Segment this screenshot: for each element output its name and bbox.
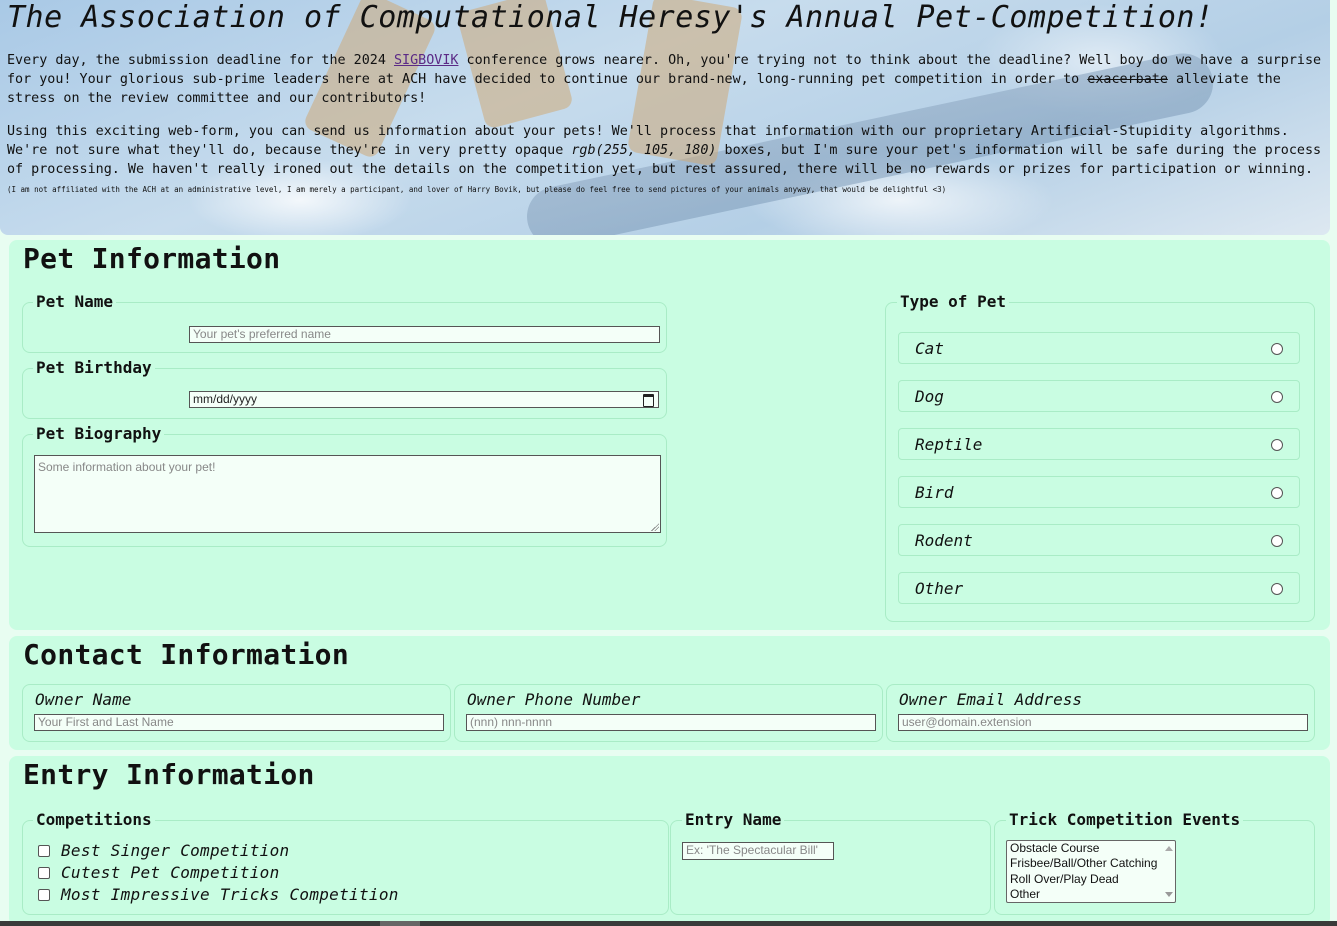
- competition-label: Most Impressive Tricks Competition: [61, 885, 399, 904]
- scroll-up-icon[interactable]: [1165, 846, 1173, 851]
- trick-event-option[interactable]: Frisbee/Ball/Other Catching: [1007, 856, 1175, 871]
- owner-name-fieldset: Owner Name: [22, 684, 451, 742]
- pet-type-radio[interactable]: [1271, 343, 1283, 355]
- pet-type-option-cat[interactable]: Cat: [898, 332, 1300, 364]
- competition-checkbox[interactable]: [38, 845, 50, 857]
- competitions-legend: Competitions: [33, 810, 155, 830]
- pet-type-radio[interactable]: [1271, 439, 1283, 451]
- owner-email-legend: Owner Email Address: [896, 690, 1086, 710]
- pet-type-radio[interactable]: [1271, 391, 1283, 403]
- intro-text: Every day, the submission deadline for t…: [7, 51, 1323, 199]
- pet-type-label: Other: [915, 579, 964, 598]
- pet-type-label: Bird: [915, 483, 954, 502]
- page-title: The Association of Computational Heresy'…: [7, 0, 1214, 35]
- section-title: Pet Information: [23, 242, 281, 275]
- pet-type-radio[interactable]: [1271, 583, 1283, 595]
- owner-email-input[interactable]: user@domain.extension: [898, 714, 1308, 731]
- owner-phone-legend: Owner Phone Number: [464, 690, 644, 710]
- pet-type-option-reptile[interactable]: Reptile: [898, 428, 1300, 460]
- type-of-pet-legend: Type of Pet: [897, 292, 1009, 312]
- pet-type-label: Reptile: [915, 435, 983, 454]
- entry-information-section: Entry Information Competitions Best Sing…: [9, 756, 1330, 926]
- pet-biography-legend: Pet Biography: [33, 424, 165, 444]
- contact-information-section: Contact Information Owner Name Your Firs…: [9, 636, 1330, 750]
- entry-name-fieldset: Entry Name: [670, 810, 991, 915]
- entry-name-input[interactable]: Ex: 'The Spectacular Bill': [682, 842, 834, 860]
- intro-paragraph-1: Every day, the submission deadline for t…: [7, 51, 1323, 108]
- horizontal-scrollbar[interactable]: [0, 921, 1337, 926]
- pet-birthday-legend: Pet Birthday: [33, 358, 155, 378]
- competition-checkbox[interactable]: [38, 867, 50, 879]
- section-title: Contact Information: [23, 638, 349, 671]
- textarea-placeholder: Some information about your pet!: [38, 460, 216, 474]
- competition-label: Best Singer Competition: [61, 841, 290, 860]
- emphasis-text: rgb(255, 105, 180): [571, 143, 717, 158]
- pet-type-label: Rodent: [915, 531, 973, 550]
- disclaimer-text: (I am not affiliated with the ACH at an …: [7, 185, 947, 194]
- pet-type-radio[interactable]: [1271, 535, 1283, 547]
- listbox-scrollbar[interactable]: [1162, 841, 1175, 902]
- pet-birthday-input[interactable]: mm/dd/yyyy: [189, 391, 659, 408]
- owner-phone-input[interactable]: (nnn) nnn-nnnn: [466, 714, 876, 731]
- scrollbar-thumb[interactable]: [380, 921, 420, 926]
- intro-paragraph-2: Using this exciting web-form, you can se…: [7, 122, 1323, 199]
- owner-phone-fieldset: Owner Phone Number: [454, 684, 883, 742]
- trick-events-legend: Trick Competition Events: [1006, 810, 1244, 830]
- resize-handle-icon[interactable]: [651, 523, 659, 531]
- calendar-icon[interactable]: [643, 394, 654, 407]
- pet-biography-textarea[interactable]: Some information about your pet!: [34, 455, 661, 533]
- trick-events-listbox[interactable]: Obstacle Course Frisbee/Ball/Other Catch…: [1006, 840, 1176, 903]
- competition-checkbox[interactable]: [38, 889, 50, 901]
- strikethrough-text: exacerbate: [1087, 72, 1168, 87]
- pet-type-option-rodent[interactable]: Rodent: [898, 524, 1300, 556]
- pet-name-input[interactable]: Your pet's preferred name: [189, 326, 660, 343]
- pet-type-option-other[interactable]: Other: [898, 572, 1300, 604]
- owner-name-input[interactable]: Your First and Last Name: [34, 714, 444, 731]
- pet-type-label: Cat: [915, 339, 944, 358]
- scroll-down-icon[interactable]: [1165, 892, 1173, 897]
- section-title: Entry Information: [23, 758, 315, 791]
- trick-event-option[interactable]: Obstacle Course: [1007, 841, 1175, 856]
- header-banner: The Association of Computational Heresy'…: [0, 0, 1330, 235]
- pet-type-option-dog[interactable]: Dog: [898, 380, 1300, 412]
- pet-name-legend: Pet Name: [33, 292, 117, 312]
- owner-email-fieldset: Owner Email Address: [886, 684, 1315, 742]
- pet-type-radio[interactable]: [1271, 487, 1283, 499]
- trick-event-option[interactable]: Other: [1007, 887, 1175, 902]
- entry-name-legend: Entry Name: [682, 810, 785, 830]
- competition-label: Cutest Pet Competition: [61, 863, 280, 882]
- owner-name-legend: Owner Name: [32, 690, 135, 710]
- trick-event-option[interactable]: Roll Over/Play Dead: [1007, 872, 1175, 887]
- date-value: mm/dd/yyyy: [193, 392, 258, 406]
- sigbovik-link[interactable]: SIGBOVIK: [394, 53, 459, 68]
- pet-type-label: Dog: [915, 387, 944, 406]
- pet-type-option-bird[interactable]: Bird: [898, 476, 1300, 508]
- intro-text-run: Every day, the submission deadline for t…: [7, 53, 394, 68]
